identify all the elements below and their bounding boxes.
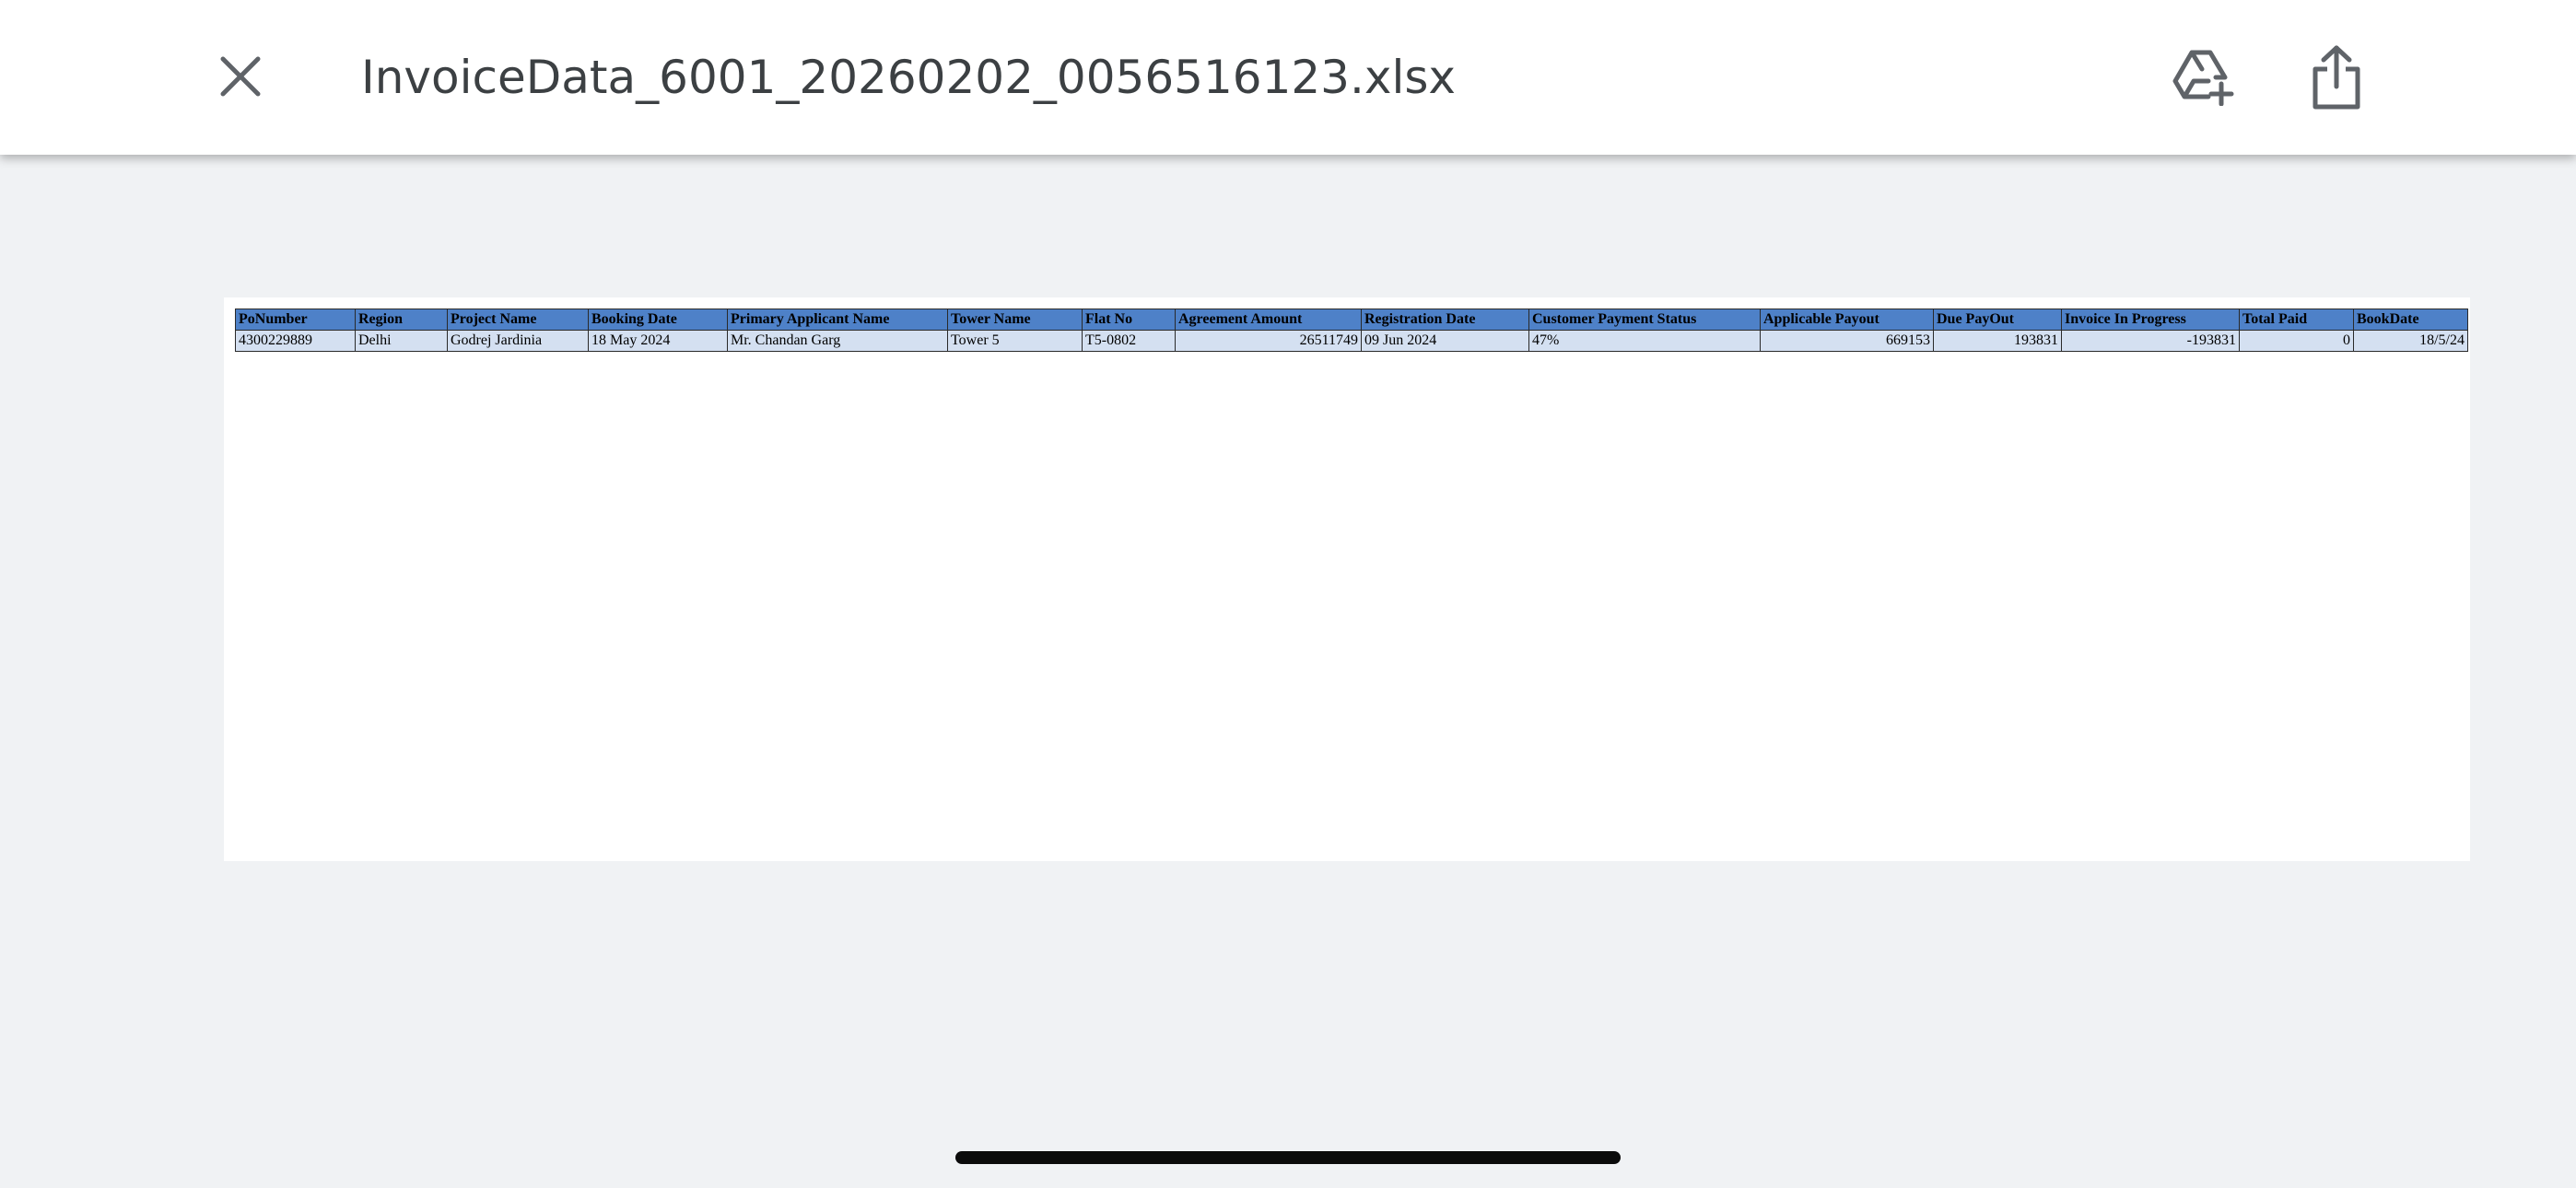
column-header-flat-no: Flat No [1082,309,1176,331]
cell-primary-applicant-name: Mr. Chandan Garg [727,330,948,352]
column-header-primary-applicant-name: Primary Applicant Name [727,309,948,331]
share-button[interactable] [2298,37,2375,118]
invoice-table: PoNumber Region Project Name Booking Dat… [235,309,2468,352]
close-button[interactable] [205,41,276,112]
column-header-project-name: Project Name [447,309,589,331]
cell-tower-name: Tower 5 [947,330,1083,352]
spreadsheet-preview[interactable]: PoNumber Region Project Name Booking Dat… [224,297,2470,861]
cell-book-date: 18/5/24 [2353,330,2468,352]
cell-applicable-payout: 669153 [1760,330,1934,352]
add-to-drive-button[interactable] [2165,39,2242,116]
column-header-applicable-payout: Applicable Payout [1760,309,1934,331]
table-row: 4300229889 Delhi Godrej Jardinia 18 May … [235,330,2468,352]
column-header-book-date: BookDate [2353,309,2468,331]
cell-project-name: Godrej Jardinia [447,330,589,352]
cell-total-paid: 0 [2239,330,2354,352]
app-toolbar: InvoiceData_6001_20260202_0056516123.xls… [0,0,2576,155]
column-header-total-paid: Total Paid [2239,309,2354,331]
cell-registration-date: 09 Jun 2024 [1361,330,1529,352]
cell-region: Delhi [355,330,448,352]
column-header-po-number: PoNumber [235,309,356,331]
add-to-drive-icon [2172,50,2234,106]
column-header-agreement-amount: Agreement Amount [1175,309,1362,331]
column-header-registration-date: Registration Date [1361,309,1529,331]
cell-agreement-amount: 26511749 [1175,330,1362,352]
column-header-booking-date: Booking Date [588,309,728,331]
cell-customer-payment-status: 47% [1528,330,1761,352]
column-header-region: Region [355,309,448,331]
file-title: InvoiceData_6001_20260202_0056516123.xls… [361,51,1457,104]
column-header-invoice-in-progress: Invoice In Progress [2061,309,2240,331]
cell-due-payout: 193831 [1933,330,2062,352]
column-header-due-payout: Due PayOut [1933,309,2062,331]
cell-invoice-in-progress: -193831 [2061,330,2240,352]
cell-booking-date: 18 May 2024 [588,330,728,352]
home-indicator[interactable] [955,1151,1621,1164]
cell-flat-no: T5-0802 [1082,330,1176,352]
column-header-customer-payment-status: Customer Payment Status [1528,309,1761,331]
share-icon [2313,45,2360,110]
cell-po-number: 4300229889 [235,330,356,352]
column-header-tower-name: Tower Name [947,309,1083,331]
header-row: PoNumber Region Project Name Booking Dat… [235,309,2468,331]
close-icon [220,56,261,97]
